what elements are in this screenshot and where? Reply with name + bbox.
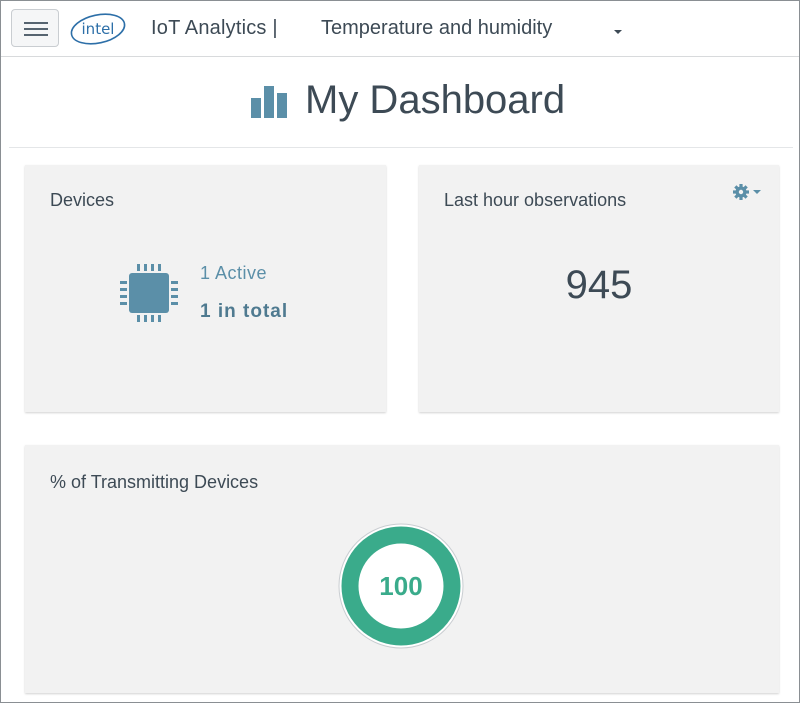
devices-widget-title: Devices — [50, 190, 115, 210]
transmitting-widget: % of Transmitting Devices 100 — [25, 445, 779, 693]
active-devices-link[interactable]: 1 Active — [200, 263, 267, 284]
bar-chart-icon — [251, 86, 287, 118]
menu-icon-line — [24, 34, 48, 36]
page-title: My Dashboard — [305, 78, 566, 122]
chevron-down-icon[interactable] — [614, 30, 622, 34]
app-title: IoT Analytics | — [151, 17, 278, 39]
account-selector[interactable]: Temperature and humidity — [321, 17, 552, 40]
hamburger-menu-button[interactable] — [11, 9, 59, 47]
devices-widget: Devices 1 Active 1 in total — [25, 165, 386, 412]
transmitting-donut-chart: 100 — [338, 523, 464, 649]
chip-icon — [120, 264, 178, 322]
observations-widget-title: Last hour observations — [444, 190, 627, 210]
transmitting-percent: 100 — [379, 571, 422, 601]
intel-logo[interactable]: intel — [69, 10, 127, 46]
gear-icon[interactable] — [733, 183, 763, 201]
top-navbar: intel IoT Analytics | Temperature and hu… — [1, 1, 799, 57]
chevron-down-icon — [753, 190, 761, 194]
menu-icon-line — [24, 28, 48, 30]
menu-icon-line — [24, 22, 48, 24]
logo-text: intel — [82, 20, 115, 38]
observations-count: 945 — [565, 263, 633, 307]
page-header: My Dashboard — [9, 58, 793, 148]
observations-widget: Last hour observations 945 — [419, 165, 779, 412]
total-devices-link[interactable]: 1 in total — [200, 301, 288, 323]
transmitting-widget-title: % of Transmitting Devices — [50, 472, 259, 492]
